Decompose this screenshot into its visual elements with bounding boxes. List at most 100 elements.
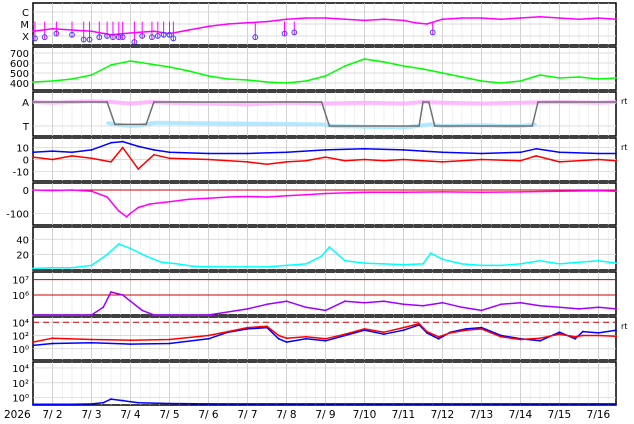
data-point <box>121 399 124 402</box>
data-point <box>168 66 171 68</box>
data-point <box>305 337 307 340</box>
data-point <box>425 23 428 25</box>
data-point <box>207 102 210 105</box>
data-point <box>363 101 366 104</box>
y-tick-label-electron-flux: 10⁷ <box>12 276 29 287</box>
data-point <box>90 190 93 193</box>
data-point <box>188 198 190 201</box>
data-point <box>344 18 346 21</box>
y-tick-label-proton-density: 20 <box>16 251 29 262</box>
data-point <box>615 329 617 332</box>
data-point <box>344 159 346 162</box>
data-point <box>363 301 366 304</box>
data-point <box>32 267 34 270</box>
data-point <box>90 157 93 160</box>
data-point <box>539 339 541 342</box>
data-point <box>574 335 576 338</box>
data-point <box>383 300 385 303</box>
data-point <box>324 102 327 105</box>
y-tick-label-imf-sector: A <box>22 98 29 109</box>
data-point <box>137 145 140 148</box>
data-point <box>324 337 327 340</box>
data-point <box>129 339 132 342</box>
data-point <box>363 147 366 150</box>
data-point <box>324 149 327 151</box>
data-point <box>110 64 112 66</box>
right-label-imf-components: rt <box>621 143 627 152</box>
data-point <box>344 300 346 303</box>
date-tick-label: 7/ 8 <box>276 409 296 421</box>
data-point <box>149 101 151 103</box>
data-point <box>137 168 140 170</box>
data-point <box>558 160 561 163</box>
data-point <box>480 152 483 155</box>
data-point <box>207 266 210 268</box>
data-point <box>461 17 463 19</box>
data-point <box>285 300 288 303</box>
data-point <box>160 261 163 264</box>
data-point <box>90 149 93 151</box>
data-point <box>402 263 405 266</box>
data-point <box>535 123 537 126</box>
data-point <box>305 80 307 82</box>
data-point <box>441 101 444 104</box>
data-point <box>137 206 140 209</box>
data-point <box>305 306 307 309</box>
data-point <box>117 242 120 245</box>
data-point <box>581 334 584 337</box>
data-point <box>324 17 327 19</box>
data-point <box>519 402 522 405</box>
data-point <box>402 19 405 22</box>
data-point <box>480 309 483 312</box>
data-point <box>464 329 467 332</box>
date-tick-label: 7/16 <box>587 409 611 421</box>
data-point <box>227 330 229 333</box>
data-point <box>418 125 420 127</box>
data-point <box>129 212 132 215</box>
data-point <box>363 402 366 405</box>
data-point <box>597 152 600 155</box>
data-point <box>581 330 584 333</box>
data-point <box>305 193 307 196</box>
data-point <box>344 65 346 67</box>
data-point <box>117 210 120 212</box>
data-point <box>207 158 210 161</box>
y-tick-label-electron-flux: 10⁶ <box>12 291 29 302</box>
data-point <box>90 338 93 341</box>
data-point <box>266 163 268 166</box>
data-point <box>324 192 327 195</box>
data-point <box>121 140 124 143</box>
data-point <box>615 307 617 310</box>
data-point <box>597 306 600 309</box>
data-point <box>152 153 155 156</box>
data-point <box>519 338 522 341</box>
data-point <box>383 333 385 336</box>
data-point <box>129 125 132 127</box>
data-point <box>558 262 561 265</box>
data-point <box>402 303 405 306</box>
data-point <box>383 331 385 334</box>
data-point <box>615 18 617 21</box>
data-point <box>320 123 323 126</box>
data-point <box>320 255 323 258</box>
date-tick-label: 7/13 <box>470 409 494 421</box>
data-point <box>168 314 171 316</box>
data-point <box>441 151 444 154</box>
data-point <box>207 402 210 405</box>
data-point <box>531 125 534 127</box>
data-point <box>441 18 444 21</box>
data-point <box>110 398 112 400</box>
data-point <box>402 329 405 332</box>
data-point <box>363 191 366 194</box>
data-point <box>246 103 249 106</box>
data-point <box>363 262 366 264</box>
y-tick-label-imf-components: -10 <box>13 167 29 178</box>
data-point <box>32 189 34 191</box>
data-point <box>285 82 288 84</box>
data-point <box>152 30 155 33</box>
data-point <box>227 23 229 25</box>
y-tick-label-proton-flux: 10⁴ <box>12 318 29 329</box>
data-point <box>266 266 268 268</box>
data-point <box>129 343 132 346</box>
data-point <box>324 75 327 77</box>
